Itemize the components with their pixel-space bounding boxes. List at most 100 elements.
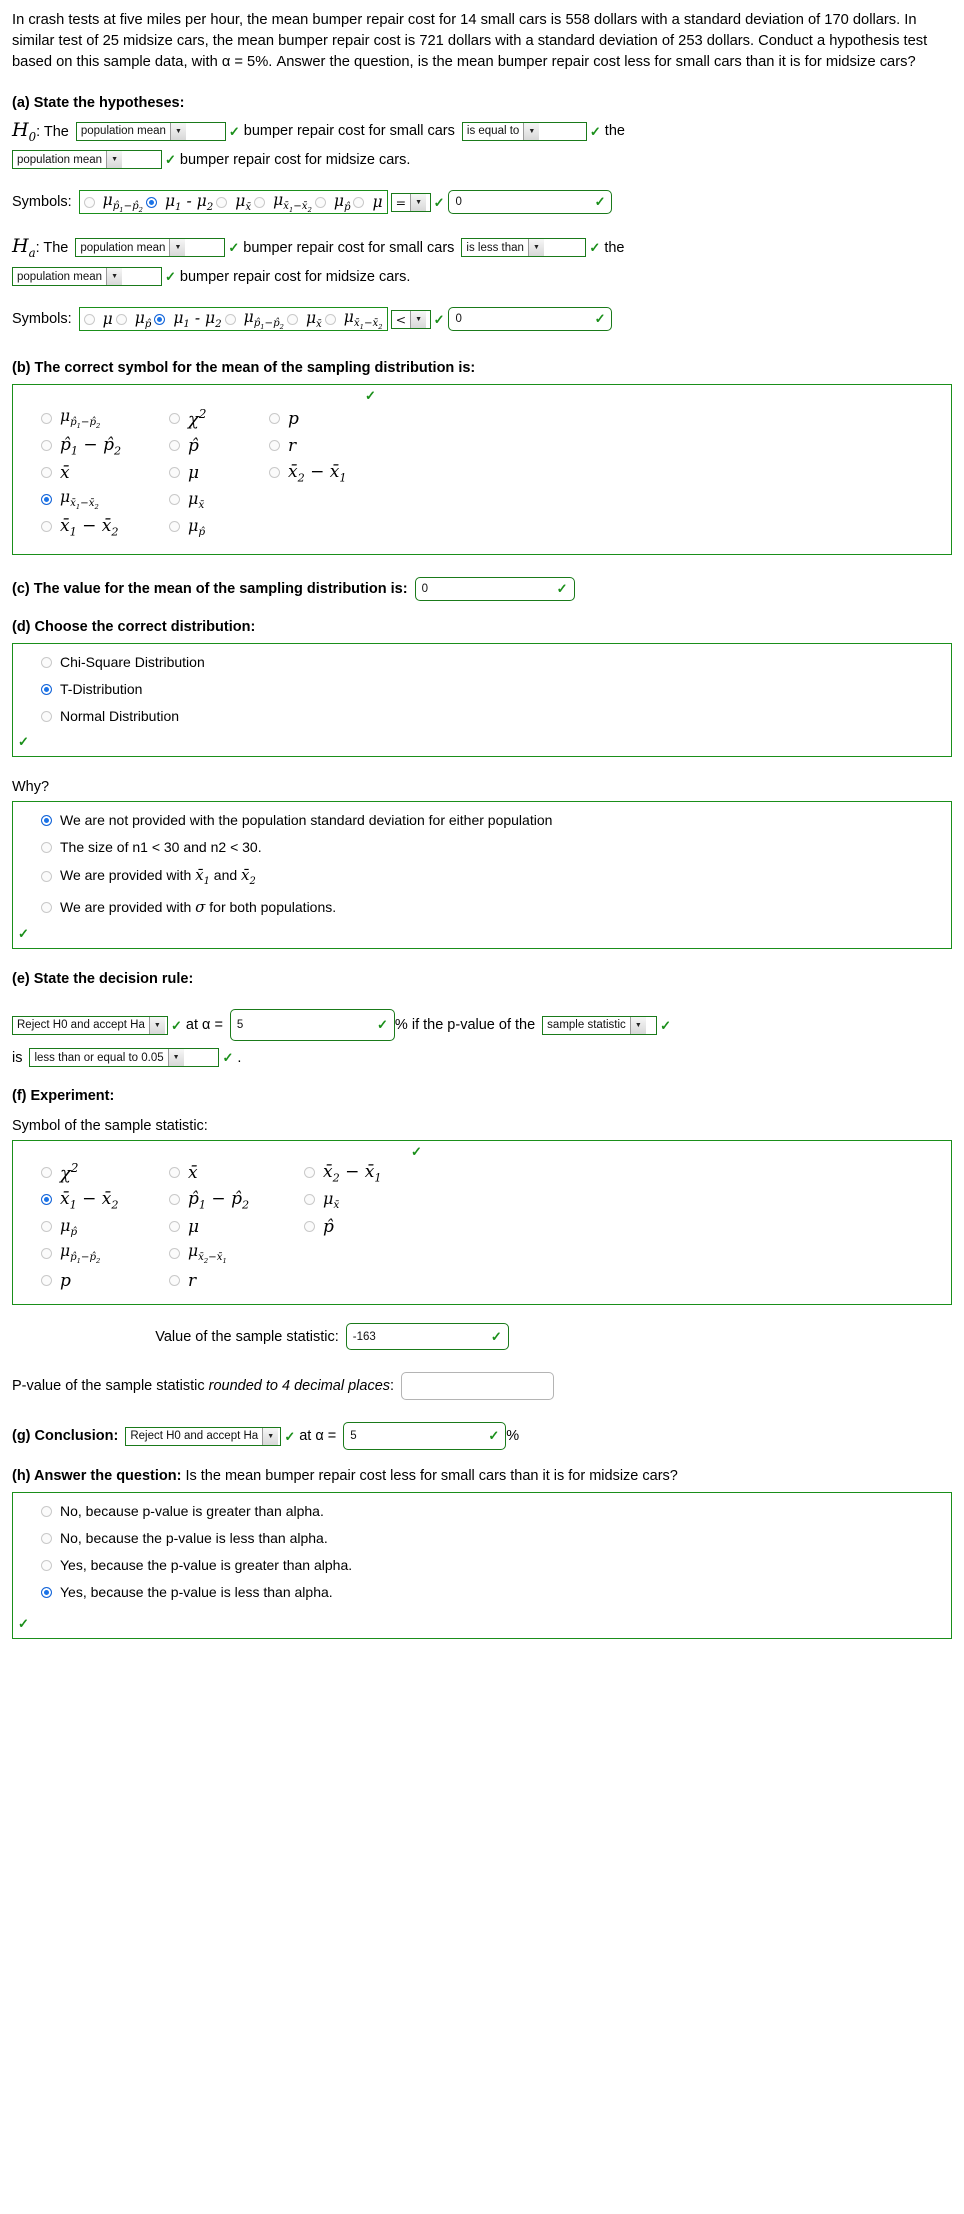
ha-sym-opt-2[interactable]: μ1 - μ2	[154, 309, 222, 330]
part-b-opt-p[interactable]: p	[269, 405, 409, 432]
part-b-opt-phat1-phat2[interactable]: p̂1 − p̂2	[41, 432, 169, 459]
part-h-opt-0[interactable]: No, because p-value is greater than alph…	[41, 1503, 951, 1519]
chevron-down-icon: ▼	[106, 151, 123, 169]
part-f-opt-mu-xbar[interactable]: μx̄	[304, 1186, 444, 1213]
check-icon: ✓	[228, 123, 240, 139]
why-opt-xbars[interactable]: We are provided with x̄1 and x̄2	[41, 866, 951, 887]
why-opt-sigma[interactable]: We are provided with σ for both populati…	[41, 898, 951, 916]
part-b-opt-chi2[interactable]: χ2	[169, 405, 269, 432]
part-d-opt-normal[interactable]: Normal Distribution	[41, 708, 951, 724]
part-d-opt-chi-square[interactable]: Chi-Square Distribution	[41, 654, 951, 670]
part-b-panel: ✓ μp̂1−p̂2 p̂1 − p̂2 x̄ μx̄1−x̄2 x̄1 − x…	[12, 384, 952, 556]
h0-value-input[interactable]: 0 ✓	[448, 190, 613, 215]
radio-icon	[115, 313, 127, 325]
part-b-opt-mu-xbar[interactable]: μx̄	[169, 486, 269, 513]
radio-icon	[83, 313, 95, 325]
radio-icon	[41, 683, 52, 695]
radio-icon	[41, 521, 52, 533]
ha-sym-opt-4[interactable]: μx̄	[286, 309, 322, 330]
h0-sym-opt-1[interactable]: μ1 - μ2	[145, 192, 213, 213]
part-f-opt-mu-phat-diff[interactable]: μp̂1−p̂2	[41, 1240, 169, 1267]
part-d-opt-t-distribution[interactable]: T-Distribution	[41, 681, 951, 697]
ha-operator-select[interactable]: < ▼	[390, 309, 431, 329]
radio-icon	[169, 1248, 180, 1260]
why-opt-sample-size[interactable]: The size of n1 < 30 and n2 < 30.	[41, 839, 951, 855]
part-g-alpha-input[interactable]: 5 ✓	[343, 1422, 507, 1451]
part-b-opt-phat[interactable]: p̂	[169, 432, 269, 459]
radio-icon	[83, 196, 95, 208]
h0-select-population-2[interactable]: population mean ▼	[12, 150, 162, 170]
part-b-opt-mu[interactable]: μ	[169, 459, 269, 486]
part-c-value-input[interactable]: 0 ✓	[414, 577, 575, 602]
h0-sym-opt-0[interactable]: μp̂1−p̂2	[83, 191, 143, 214]
ha-sym-opt-3[interactable]: μp̂1−p̂2	[224, 308, 284, 331]
radio-icon	[41, 814, 52, 826]
check-icon: ✓	[365, 388, 376, 404]
h0-sym-opt-5[interactable]: μ	[353, 193, 383, 211]
part-e-threshold-select[interactable]: less than or equal to 0.05 ▼	[29, 1048, 220, 1068]
part-h-opt-2[interactable]: Yes, because the p-value is greater than…	[41, 1557, 951, 1573]
part-f-opt-mu-phat[interactable]: μp̂	[41, 1213, 169, 1240]
radio-icon	[154, 313, 166, 325]
check-icon: ✓	[589, 240, 601, 256]
part-f-pvalue-input[interactable]	[401, 1372, 555, 1401]
part-f-opt-xbar[interactable]: x̄	[169, 1159, 304, 1186]
chevron-down-icon: ▼	[629, 1016, 646, 1034]
ha-value-input[interactable]: 0 ✓	[448, 307, 613, 332]
part-h-opt-3[interactable]: Yes, because the p-value is less than al…	[41, 1584, 951, 1600]
why-opt-no-pop-sd[interactable]: We are not provided with the population …	[41, 812, 951, 828]
part-b-opt-mu-phat[interactable]: μp̂	[169, 513, 269, 540]
part-e-alpha-input[interactable]: 5 ✓	[229, 1009, 395, 1042]
part-g-alpha-label: at α =	[299, 1428, 337, 1445]
ha-select-population-2[interactable]: population mean ▼	[12, 267, 162, 287]
part-b-opt-mu-phat-diff[interactable]: μp̂1−p̂2	[41, 405, 169, 432]
part-f-opt-phat[interactable]: p̂	[304, 1213, 444, 1240]
h0-sym-opt-2[interactable]: μx̄	[216, 192, 251, 213]
radio-icon	[41, 440, 52, 452]
chevron-down-icon: ▼	[262, 1427, 279, 1445]
part-b-opt-xbar[interactable]: x̄	[41, 459, 169, 486]
part-f-opt-phat1-phat2[interactable]: p̂1 − p̂2	[169, 1186, 304, 1213]
part-e-alpha-label: at α =	[185, 1017, 223, 1034]
part-f-pvalue-label: P-value of the sample statistic rounded …	[12, 1378, 395, 1395]
h0-select-comparison[interactable]: is equal to ▼	[461, 121, 587, 141]
radio-icon	[41, 1532, 52, 1544]
part-f-opt-xbar2-xbar1[interactable]: x̄2 − x̄1	[304, 1159, 444, 1186]
part-b-opt-xbar1-xbar2[interactable]: x̄1 − x̄2	[41, 513, 169, 540]
why-panel: We are not provided with the population …	[12, 801, 952, 950]
part-f-stat-input[interactable]: -163 ✓	[345, 1323, 509, 1351]
h0-sym-opt-4[interactable]: μp̂	[314, 192, 350, 213]
h0-select-population-1[interactable]: population mean ▼	[75, 121, 226, 141]
ha-select-comparison[interactable]: is less than ▼	[461, 238, 587, 258]
check-icon: ✓	[488, 1428, 500, 1444]
chevron-down-icon: ▼	[148, 1016, 165, 1034]
h0-operator-select[interactable]: = ▼	[390, 192, 431, 212]
part-h-opt-1[interactable]: No, because the p-value is less than alp…	[41, 1530, 951, 1546]
part-b-opt-mu-xbar-diff[interactable]: μx̄1−x̄2	[41, 486, 169, 513]
ha-select-population-1[interactable]: population mean ▼	[75, 238, 226, 258]
ha-sym-opt-5[interactable]: μx̄1−x̄2	[324, 308, 383, 331]
part-b-column-1: μp̂1−p̂2 p̂1 − p̂2 x̄ μx̄1−x̄2 x̄1 − x̄2	[41, 405, 169, 540]
part-f-opt-chi2[interactable]: χ2	[41, 1159, 169, 1186]
part-f-heading: (f) Experiment:	[12, 1088, 115, 1105]
part-f-opt-r[interactable]: r	[169, 1267, 304, 1294]
part-g-row: (g) Conclusion: Reject H0 and accept Ha …	[12, 1422, 952, 1451]
part-f-opt-mu-xbar2-xbar1[interactable]: μx̄2−x̄1	[169, 1240, 304, 1267]
part-g-decision-select[interactable]: Reject H0 and accept Ha ▼	[125, 1426, 282, 1446]
part-e-decision-select[interactable]: Reject H0 and accept Ha ▼	[12, 1015, 168, 1035]
radio-icon	[269, 440, 280, 452]
part-f-opt-mu[interactable]: μ	[169, 1213, 304, 1240]
ha-sym-opt-0[interactable]: μ	[83, 310, 113, 328]
h0-sym-opt-3[interactable]: μx̄1−x̄2	[254, 191, 312, 214]
part-f-opt-p[interactable]: p	[41, 1267, 169, 1294]
part-f-opt-xbar1-xbar2[interactable]: x̄1 − x̄2	[41, 1186, 169, 1213]
part-e-statistic-select[interactable]: sample statistic ▼	[542, 1015, 658, 1035]
radio-icon	[41, 841, 52, 853]
radio-icon	[304, 1221, 315, 1233]
check-icon: ✓	[660, 1017, 672, 1033]
check-icon: ✓	[165, 152, 176, 168]
ha-sym-opt-1[interactable]: μp̂	[115, 309, 151, 330]
part-b-opt-xbar2-xbar1[interactable]: x̄2 − x̄1	[269, 459, 409, 486]
part-b-opt-r[interactable]: r	[269, 432, 409, 459]
check-icon: ✓	[18, 926, 29, 942]
